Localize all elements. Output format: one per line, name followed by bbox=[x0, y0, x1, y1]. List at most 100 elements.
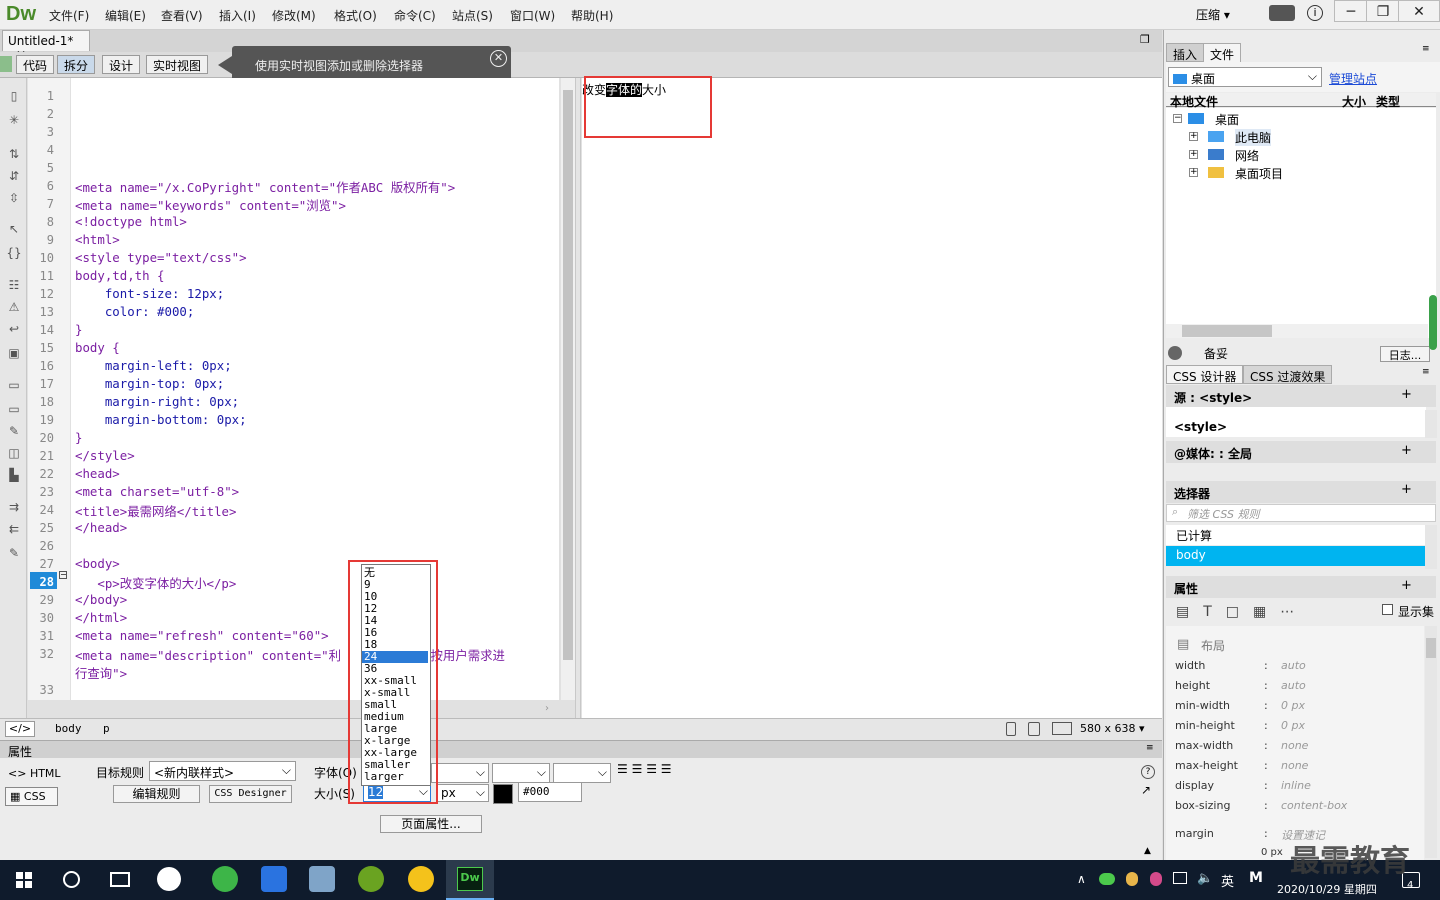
css-prop-value[interactable]: none bbox=[1281, 739, 1308, 752]
desktop-size-icon[interactable] bbox=[1052, 722, 1072, 735]
css-prop-name[interactable]: width bbox=[1175, 659, 1205, 672]
show-code-navigator-icon[interactable]: ✳ bbox=[6, 113, 22, 127]
menu-item[interactable]: 格式(O) bbox=[334, 7, 377, 24]
code-line[interactable]: } bbox=[75, 322, 82, 337]
tray-app-icon[interactable] bbox=[1150, 872, 1162, 886]
panel-menu-icon[interactable]: ≡ bbox=[1422, 367, 1430, 377]
tag-body[interactable]: body bbox=[55, 722, 82, 735]
browser-icon[interactable] bbox=[212, 866, 238, 892]
language-indicator[interactable]: 英 bbox=[1221, 871, 1234, 890]
compact-dropdown[interactable]: 压缩 ▾ bbox=[1196, 6, 1230, 23]
balance-braces-icon[interactable]: {} bbox=[6, 246, 22, 260]
align-center-icon[interactable]: ☰ bbox=[632, 762, 643, 776]
css-prop-value[interactable]: inline bbox=[1281, 779, 1311, 792]
tab-css-designer[interactable]: CSS 设计器 bbox=[1166, 365, 1244, 384]
code-line[interactable]: </html> bbox=[75, 610, 127, 625]
color-input[interactable]: #000 bbox=[518, 782, 582, 802]
quick-edit-icon[interactable]: ↗ bbox=[1141, 783, 1151, 797]
code-line[interactable]: color: #000; bbox=[75, 304, 195, 319]
menu-item[interactable]: 插入(I) bbox=[219, 7, 256, 24]
close-button[interactable]: ✕ bbox=[1398, 0, 1440, 22]
add-media-icon[interactable]: + bbox=[1401, 443, 1412, 458]
css-prop-value[interactable]: content-box bbox=[1281, 799, 1347, 812]
search-icon[interactable] bbox=[63, 871, 80, 888]
help-icon[interactable]: ? bbox=[1141, 765, 1155, 779]
justify-icon[interactable]: ☰ bbox=[661, 762, 672, 776]
align-right-icon[interactable]: ☰ bbox=[646, 762, 657, 776]
css-prop-name[interactable]: min-height bbox=[1175, 719, 1235, 732]
restore-button[interactable]: ❐ bbox=[1366, 0, 1400, 22]
log-button[interactable]: 日志... bbox=[1380, 346, 1430, 362]
source-list-item[interactable]: <style> bbox=[1166, 407, 1426, 437]
code-tag-icon[interactable]: </> bbox=[5, 721, 35, 737]
wrap-tag-icon[interactable]: ✎ bbox=[6, 424, 22, 438]
html-mode-button[interactable]: <> HTML bbox=[8, 767, 61, 780]
code-line[interactable]: <meta name="/x.CoPyright" content="作者ABC… bbox=[75, 178, 455, 196]
code-line[interactable]: margin-left: 0px; bbox=[75, 358, 232, 373]
css-prop-value[interactable]: auto bbox=[1281, 679, 1306, 692]
tablet-size-icon[interactable] bbox=[1028, 722, 1040, 736]
tree-item[interactable]: 桌面项目 bbox=[1235, 165, 1283, 182]
ime-indicator[interactable]: M bbox=[1249, 870, 1263, 886]
document-tab[interactable]: Untitled-1* ✕ bbox=[2, 30, 90, 62]
selector-scrollbar[interactable] bbox=[1425, 525, 1437, 569]
css-prop-name[interactable]: display bbox=[1175, 779, 1214, 792]
app-icon-pinwheel[interactable] bbox=[157, 867, 181, 891]
css-prop-value[interactable]: none bbox=[1281, 759, 1308, 772]
tree-item[interactable]: 桌面 bbox=[1215, 111, 1239, 128]
split-divider[interactable] bbox=[575, 78, 581, 718]
tab-files[interactable]: 文件 bbox=[1203, 43, 1242, 62]
align-buttons[interactable]: ☰ ☰ ☰ ☰ bbox=[617, 762, 672, 776]
css-prop-name[interactable]: max-width bbox=[1175, 739, 1233, 752]
melon-app-icon[interactable] bbox=[358, 866, 384, 892]
code-line[interactable]: 行查询"> bbox=[75, 664, 127, 682]
windows-start-icon[interactable] bbox=[16, 872, 32, 888]
tray-chevron-icon[interactable]: ∧ bbox=[1077, 872, 1086, 886]
clock-date[interactable]: 2020/10/29 星期四 bbox=[1277, 881, 1377, 897]
code-line[interactable]: <!doctype html> bbox=[75, 214, 187, 229]
design-view[interactable] bbox=[582, 78, 1162, 718]
minimize-button[interactable]: ─ bbox=[1334, 0, 1368, 22]
code-view-button[interactable]: 代码 bbox=[16, 55, 55, 74]
show-set-checkbox[interactable] bbox=[1382, 604, 1393, 615]
word-wrap-icon[interactable]: ↩ bbox=[6, 322, 22, 336]
text-category-icon[interactable]: T bbox=[1203, 604, 1226, 620]
target-rule-select[interactable]: <新内联样式> ⌵ bbox=[149, 761, 296, 781]
code-line[interactable]: </head> bbox=[75, 520, 127, 535]
medical-app-icon[interactable] bbox=[408, 866, 434, 892]
code-line[interactable]: <meta name="keywords" content="浏览"> bbox=[75, 196, 346, 214]
qq-icon[interactable] bbox=[1126, 872, 1138, 886]
apply-comment-icon[interactable]: ▭ bbox=[6, 378, 22, 392]
wps-writer-icon[interactable] bbox=[261, 866, 287, 892]
move-css-icon[interactable]: ▙ bbox=[6, 468, 22, 482]
design-view-button[interactable]: 设计 bbox=[102, 55, 141, 74]
code-line[interactable]: </body> bbox=[75, 592, 127, 607]
css-prop-name[interactable]: margin bbox=[1175, 827, 1214, 840]
selected-rule-item[interactable]: body bbox=[1166, 546, 1426, 566]
code-line[interactable]: <title>最需网络</title> bbox=[75, 502, 236, 520]
font-style-select[interactable]: ⌵ bbox=[553, 763, 611, 783]
source-scrollbar[interactable] bbox=[1425, 410, 1437, 438]
manage-site-link[interactable]: 管理站点 bbox=[1329, 70, 1377, 87]
menu-item[interactable]: 编辑(E) bbox=[105, 7, 146, 24]
tab-insert[interactable]: 插入 bbox=[1166, 43, 1205, 62]
taskbar-active-dw[interactable]: Dw bbox=[446, 860, 494, 900]
tree-hscroll-thumb[interactable] bbox=[1182, 325, 1272, 337]
tree-hscroll[interactable] bbox=[1166, 324, 1428, 338]
align-left-icon[interactable]: ☰ bbox=[617, 762, 628, 776]
code-line[interactable]: } bbox=[75, 430, 82, 445]
tree-expander-icon[interactable]: − bbox=[1173, 114, 1182, 123]
font-family-select[interactable]: ⌵ bbox=[431, 763, 489, 783]
margin-value[interactable]: 0 px bbox=[1261, 847, 1283, 858]
info-icon[interactable]: i bbox=[1307, 5, 1323, 21]
css-prop-name[interactable]: height bbox=[1175, 679, 1210, 692]
menu-item[interactable]: 窗口(W) bbox=[510, 7, 555, 24]
css-prop-name[interactable]: max-height bbox=[1175, 759, 1238, 772]
task-view-icon[interactable] bbox=[110, 872, 130, 887]
open-documents-icon[interactable]: ▯ bbox=[6, 89, 22, 103]
line-numbers-icon[interactable]: ☷ bbox=[6, 278, 22, 292]
more-category-icon[interactable]: ⋯ bbox=[1280, 604, 1308, 620]
code-line[interactable]: <meta name="description" content="利 按用户需… bbox=[75, 646, 505, 664]
wechat-icon[interactable] bbox=[1099, 873, 1115, 885]
format-source-icon[interactable]: ✎ bbox=[6, 546, 22, 560]
